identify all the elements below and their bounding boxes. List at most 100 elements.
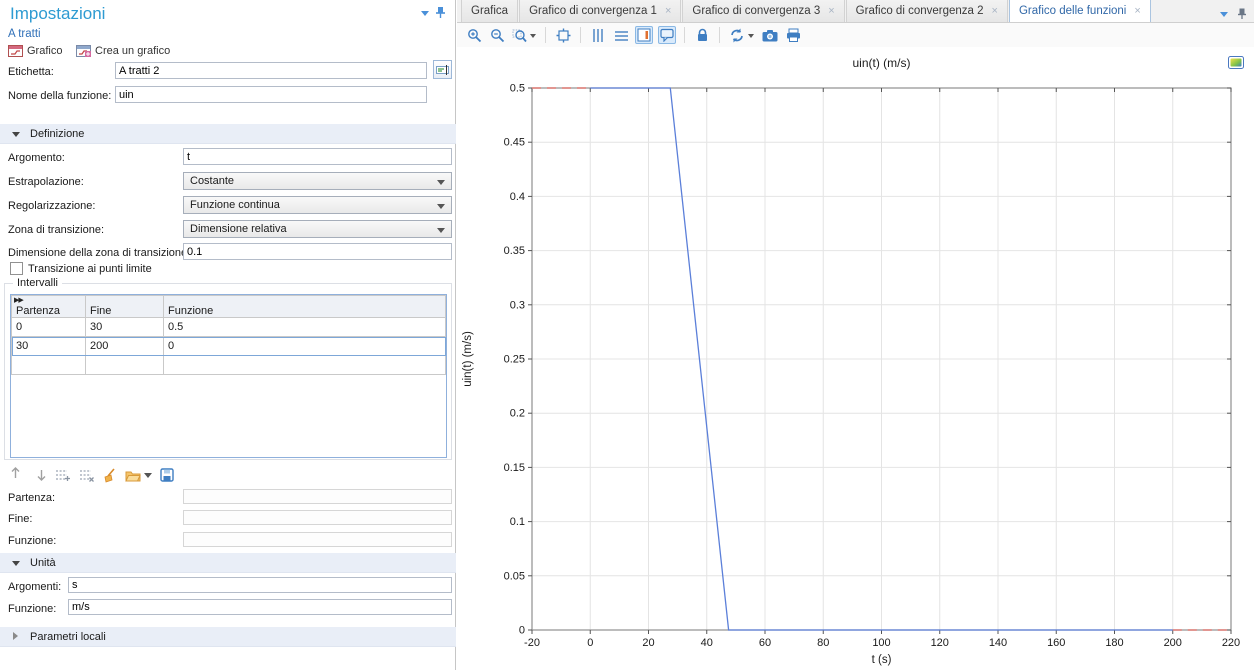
move-rows-icon: ▶▶ xyxy=(14,296,23,304)
column-header-funzione[interactable]: Funzione xyxy=(164,296,446,318)
section-definizione-title: Definizione xyxy=(30,128,84,140)
graphics-panel: GraficaGrafico di convergenza 1×Grafico … xyxy=(457,0,1254,670)
units-function-input[interactable] xyxy=(68,599,452,615)
table-row[interactable]: 0300.5 xyxy=(12,318,446,337)
plot-button[interactable]: Grafico xyxy=(8,42,62,59)
transition-size-input[interactable] xyxy=(183,243,452,260)
tab-grafico-di-convergenza-3[interactable]: Grafico di convergenza 3× xyxy=(682,0,844,22)
toolbar-separator xyxy=(684,27,685,43)
delete-row-button[interactable] xyxy=(79,468,95,482)
transition-zone-label: Zona di transizione: xyxy=(8,224,104,236)
column-header-fine[interactable]: Fine xyxy=(86,296,164,318)
end-field-input[interactable] xyxy=(183,510,452,525)
tabbar-pin-icon[interactable] xyxy=(1238,8,1246,20)
zoom-in-button[interactable] xyxy=(465,26,483,44)
load-from-file-button[interactable] xyxy=(125,469,152,482)
smoothing-select[interactable]: Funzione continua xyxy=(183,196,452,214)
table-row[interactable]: 302000 xyxy=(12,337,446,356)
svg-text:200: 200 xyxy=(1164,637,1182,649)
tab-close-icon[interactable]: × xyxy=(665,5,671,17)
plot-button-icon xyxy=(8,45,23,57)
chevron-down-icon xyxy=(437,228,445,233)
table-cell[interactable]: 0 xyxy=(164,337,446,356)
svg-text:t (s): t (s) xyxy=(872,654,892,666)
svg-text:80: 80 xyxy=(817,637,829,649)
transition-endpoints-checkbox[interactable] xyxy=(10,262,23,275)
svg-text:180: 180 xyxy=(1105,637,1123,649)
table-cell[interactable]: 0 xyxy=(12,318,86,337)
transition-zone-select[interactable]: Dimensione relativa xyxy=(183,220,452,238)
create-plot-button[interactable]: Crea un grafico xyxy=(76,42,170,59)
function-field-input[interactable] xyxy=(183,532,452,547)
table-row-empty[interactable] xyxy=(12,356,446,375)
end-field-label: Fine: xyxy=(8,513,32,525)
plot-window-icon[interactable] xyxy=(1228,56,1244,69)
clear-table-button[interactable] xyxy=(103,468,117,483)
function-name-input[interactable] xyxy=(115,86,427,103)
color-legend-toggle[interactable] xyxy=(635,26,653,44)
svg-text:120: 120 xyxy=(931,637,949,649)
lock-axes-button[interactable] xyxy=(693,26,711,44)
create-plot-button-icon xyxy=(76,45,91,57)
svg-text:uin(t) (m/s): uin(t) (m/s) xyxy=(853,56,911,70)
plot-area[interactable]: -2002040608010012014016018020022000.050.… xyxy=(457,47,1254,670)
svg-text:0.15: 0.15 xyxy=(504,462,525,474)
print-button[interactable] xyxy=(784,26,802,44)
section-parametri-locali-title: Parametri locali xyxy=(30,631,106,643)
svg-text:-20: -20 xyxy=(524,637,540,649)
move-down-button[interactable] xyxy=(36,468,47,482)
tab-close-icon[interactable]: × xyxy=(1134,5,1140,17)
tabbar-menu-chevron-down-icon[interactable] xyxy=(1220,12,1228,17)
move-up-button[interactable] xyxy=(10,466,28,484)
tab-label: Grafico delle funzioni xyxy=(1019,5,1126,17)
table-cell[interactable]: 200 xyxy=(86,337,164,356)
svg-text:160: 160 xyxy=(1047,637,1065,649)
y-grid-button[interactable] xyxy=(612,26,630,44)
table-cell[interactable]: 30 xyxy=(12,337,86,356)
tab-grafico-di-convergenza-1[interactable]: Grafico di convergenza 1× xyxy=(519,0,681,22)
zoom-out-button[interactable] xyxy=(488,26,506,44)
pin-icon[interactable] xyxy=(436,6,445,19)
svg-text:0.35: 0.35 xyxy=(504,245,525,257)
function-field-label: Funzione: xyxy=(8,535,56,547)
units-arguments-label: Argomenti: xyxy=(8,581,61,593)
section-definizione[interactable]: Definizione xyxy=(0,124,456,144)
smoothing-label: Regolarizzazione: xyxy=(8,200,95,212)
intervals-table[interactable]: ▶▶PartenzaFineFunzione0300.5302000 xyxy=(11,295,446,375)
extrapolation-select[interactable]: Costante xyxy=(183,172,452,190)
panel-menu-chevron-down-icon[interactable] xyxy=(421,11,429,16)
section-parametri-locali[interactable]: Parametri locali xyxy=(0,627,456,647)
add-row-button[interactable] xyxy=(55,468,71,482)
tab-close-icon[interactable]: × xyxy=(992,5,998,17)
table-cell[interactable]: 0.5 xyxy=(164,318,446,337)
section-unita-title: Unità xyxy=(30,557,56,569)
label-input[interactable] xyxy=(115,62,427,79)
intervals-table-container[interactable]: ▶▶PartenzaFineFunzione0300.5302000 xyxy=(10,294,447,458)
settings-panel: Impostazioni A tratti Grafico Crea un gr… xyxy=(0,0,456,670)
tab-grafico-di-convergenza-2[interactable]: Grafico di convergenza 2× xyxy=(846,0,1008,22)
argument-input[interactable] xyxy=(183,148,452,165)
units-arguments-input[interactable] xyxy=(68,577,452,593)
rename-button[interactable] xyxy=(433,60,452,79)
function-plot: -2002040608010012014016018020022000.050.… xyxy=(457,47,1254,670)
tab-close-icon[interactable]: × xyxy=(828,5,834,17)
update-plot-button[interactable] xyxy=(728,26,756,44)
graphics-tab-bar: GraficaGrafico di convergenza 1×Grafico … xyxy=(457,0,1254,23)
svg-text:0: 0 xyxy=(519,625,525,637)
column-header-partenza[interactable]: ▶▶Partenza xyxy=(12,296,86,318)
x-grid-button[interactable] xyxy=(589,26,607,44)
table-cell[interactable]: 30 xyxy=(86,318,164,337)
intervals-group-legend: Intervalli xyxy=(13,277,62,289)
snapshot-camera-button[interactable] xyxy=(761,26,779,44)
tab-grafica[interactable]: Grafica xyxy=(461,0,518,22)
section-unita[interactable]: Unità xyxy=(0,553,456,573)
transition-size-label: Dimensione della zona di transizione: xyxy=(8,247,190,259)
save-to-file-button[interactable] xyxy=(160,468,174,482)
svg-text:20: 20 xyxy=(642,637,654,649)
zoom-box-button[interactable] xyxy=(511,26,537,44)
tab-grafico-delle-funzioni[interactable]: Grafico delle funzioni × xyxy=(1009,0,1151,22)
start-field-input[interactable] xyxy=(183,489,452,504)
zoom-extents-button[interactable] xyxy=(554,26,572,44)
node-breadcrumb-link[interactable]: A tratti xyxy=(8,28,41,40)
plot-tooltip-toggle[interactable] xyxy=(658,26,676,44)
